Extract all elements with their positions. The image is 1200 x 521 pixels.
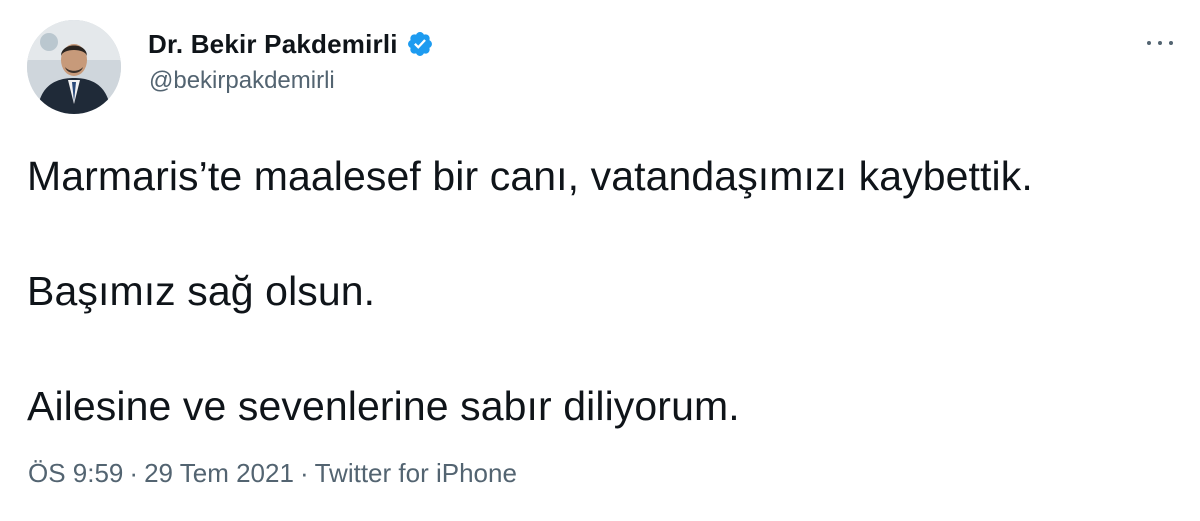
tweet-text-line-1: Marmaris’te maalesef bir canı, vatandaşı… xyxy=(27,153,1033,199)
separator-dot: · xyxy=(129,458,139,488)
tweet-text-line-3: Ailesine ve sevenlerine sabır diliyorum. xyxy=(27,383,740,429)
avatar-photo-icon xyxy=(27,20,121,114)
author-display-name[interactable]: Dr. Bekir Pakdemirli xyxy=(148,29,398,60)
tweet-time[interactable]: ÖS 9:59 xyxy=(28,458,123,488)
author-name-row: Dr. Bekir Pakdemirli xyxy=(148,26,434,62)
more-options-icon[interactable] xyxy=(1138,28,1182,58)
tweet-text-line-2: Başımız sağ olsun. xyxy=(27,268,376,314)
author-handle[interactable]: @bekirpakdemirli xyxy=(149,67,335,95)
verified-badge-icon xyxy=(406,30,434,58)
author-avatar[interactable] xyxy=(27,20,121,114)
tweet-date[interactable]: 29 Tem 2021 xyxy=(144,458,294,488)
tweet-card: Dr. Bekir Pakdemirli @bekirpakdemirli Ma… xyxy=(0,0,1200,521)
separator-dot: · xyxy=(299,458,309,488)
tweet-source[interactable]: Twitter for iPhone xyxy=(315,458,517,488)
tweet-metadata: ÖS 9:59 · 29 Tem 2021 · Twitter for iPhone xyxy=(28,458,517,489)
